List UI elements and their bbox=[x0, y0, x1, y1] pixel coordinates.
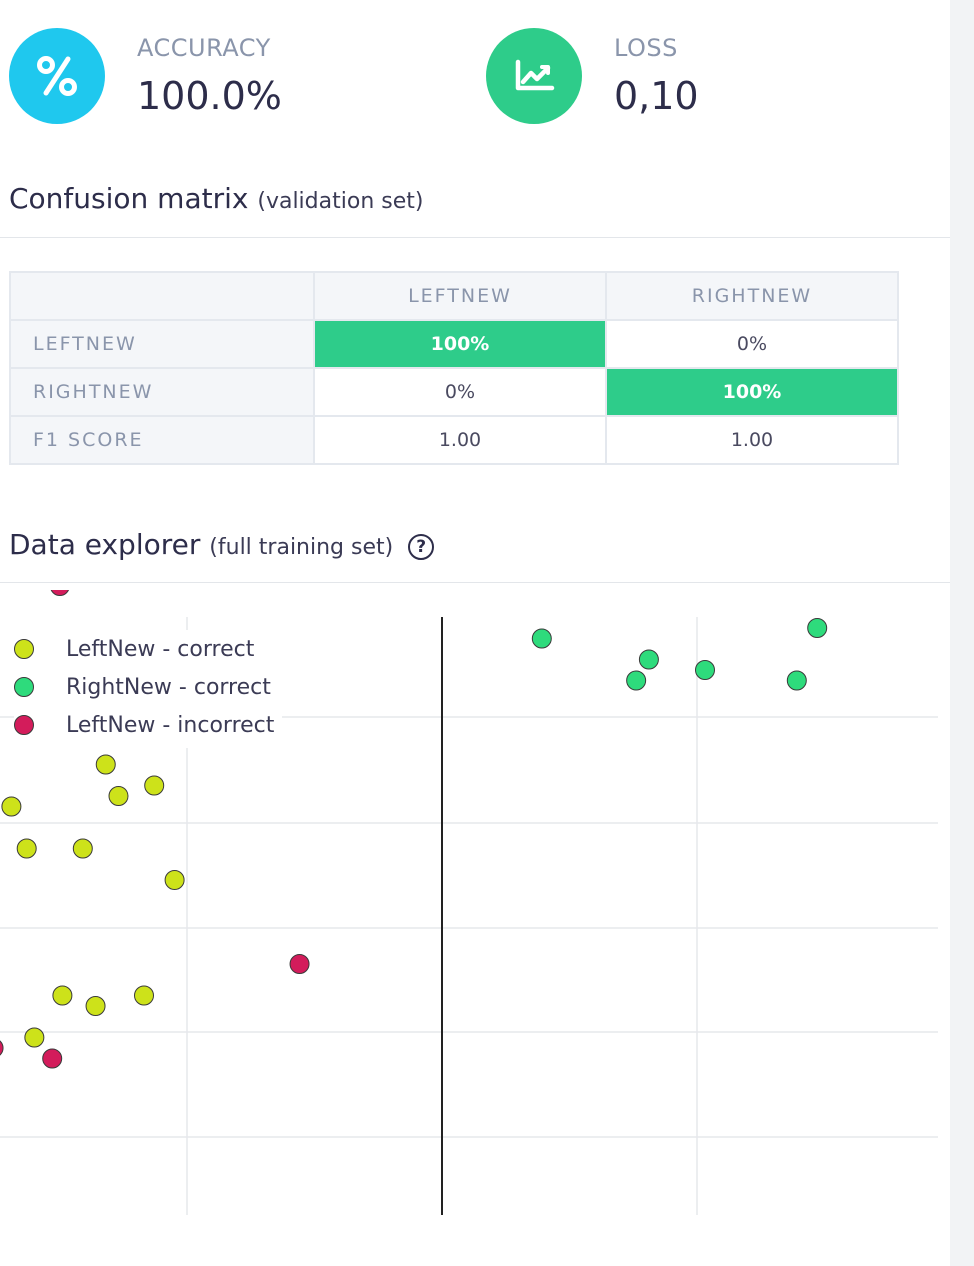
loss-value: 0,10 bbox=[614, 74, 699, 118]
chart-trend-icon bbox=[486, 28, 582, 124]
data-point[interactable] bbox=[0, 1039, 4, 1058]
confusion-matrix-subtitle: (validation set) bbox=[257, 189, 424, 214]
confusion-matrix-table: LEFTNEW RIGHTNEW LEFTNEW 100% 0% RIGHTNE… bbox=[9, 271, 899, 465]
legend-item[interactable]: LeftNew - incorrect bbox=[14, 706, 274, 744]
data-point[interactable] bbox=[626, 670, 647, 691]
data-point[interactable] bbox=[638, 649, 659, 670]
data-point[interactable] bbox=[164, 870, 185, 890]
f1-score-cell: 1.00 bbox=[605, 415, 899, 465]
confusion-matrix-title: Confusion matrix bbox=[9, 182, 249, 215]
row-header: LEFTNEW bbox=[9, 319, 315, 369]
data-explorer-heading: Data explorer (full training set) ? bbox=[9, 528, 435, 561]
legend-item[interactable]: RightNew - correct bbox=[14, 668, 274, 706]
data-point[interactable] bbox=[134, 985, 154, 1006]
data-explorer-subtitle: (full training set) bbox=[209, 535, 394, 560]
data-point[interactable] bbox=[16, 838, 37, 859]
row-header: RIGHTNEW bbox=[9, 367, 315, 417]
column-header: LEFTNEW bbox=[313, 271, 607, 321]
help-icon[interactable]: ? bbox=[408, 534, 435, 560]
table-corner-cell bbox=[9, 271, 315, 321]
plot-legend: LeftNew - correct RightNew - correct Lef… bbox=[14, 630, 283, 748]
data-point[interactable] bbox=[72, 838, 93, 859]
data-point[interactable] bbox=[786, 670, 807, 691]
table-row: RIGHTNEW 0% 100% bbox=[9, 367, 899, 417]
data-point[interactable] bbox=[531, 628, 552, 649]
legend-marker bbox=[14, 639, 34, 659]
data-point[interactable] bbox=[85, 996, 106, 1016]
table-row: F1 SCORE 1.00 1.00 bbox=[9, 415, 899, 465]
f1-score-cell: 1.00 bbox=[313, 415, 607, 465]
section-divider bbox=[0, 237, 950, 238]
data-point[interactable] bbox=[1, 796, 22, 817]
matrix-cell: 100% bbox=[313, 319, 607, 369]
legend-label: RightNew - correct bbox=[66, 674, 271, 700]
table-row: LEFTNEW 100% 0% bbox=[9, 319, 899, 369]
section-divider bbox=[0, 582, 950, 583]
loss-label: LOSS bbox=[614, 34, 678, 62]
data-point[interactable] bbox=[52, 985, 73, 1006]
data-point[interactable] bbox=[42, 1048, 63, 1069]
legend-label: LeftNew - incorrect bbox=[66, 712, 275, 738]
percent-icon bbox=[9, 28, 105, 124]
data-point[interactable] bbox=[108, 786, 129, 806]
table-header-row: LEFTNEW RIGHTNEW bbox=[9, 271, 899, 321]
page-scroll-gutter bbox=[950, 0, 974, 1266]
column-header: RIGHTNEW bbox=[605, 271, 899, 321]
matrix-cell: 0% bbox=[605, 319, 899, 369]
accuracy-value: 100.0% bbox=[137, 74, 282, 118]
legend-label: LeftNew - correct bbox=[66, 636, 255, 662]
data-point[interactable] bbox=[24, 1027, 45, 1048]
data-point[interactable] bbox=[289, 954, 310, 974]
legend-item[interactable]: LeftNew - correct bbox=[14, 630, 274, 668]
data-point[interactable] bbox=[695, 660, 715, 680]
matrix-cell: 0% bbox=[313, 367, 607, 417]
confusion-matrix-heading: Confusion matrix (validation set) bbox=[9, 182, 423, 215]
data-point[interactable] bbox=[95, 754, 116, 775]
accuracy-label: ACCURACY bbox=[137, 34, 271, 62]
data-point[interactable] bbox=[807, 618, 828, 638]
row-header: F1 SCORE bbox=[9, 415, 315, 465]
legend-marker bbox=[14, 677, 34, 697]
data-point[interactable] bbox=[50, 590, 70, 596]
data-point[interactable] bbox=[144, 775, 165, 796]
legend-marker bbox=[14, 715, 34, 735]
matrix-cell: 100% bbox=[605, 367, 899, 417]
data-explorer-title: Data explorer bbox=[9, 528, 201, 561]
